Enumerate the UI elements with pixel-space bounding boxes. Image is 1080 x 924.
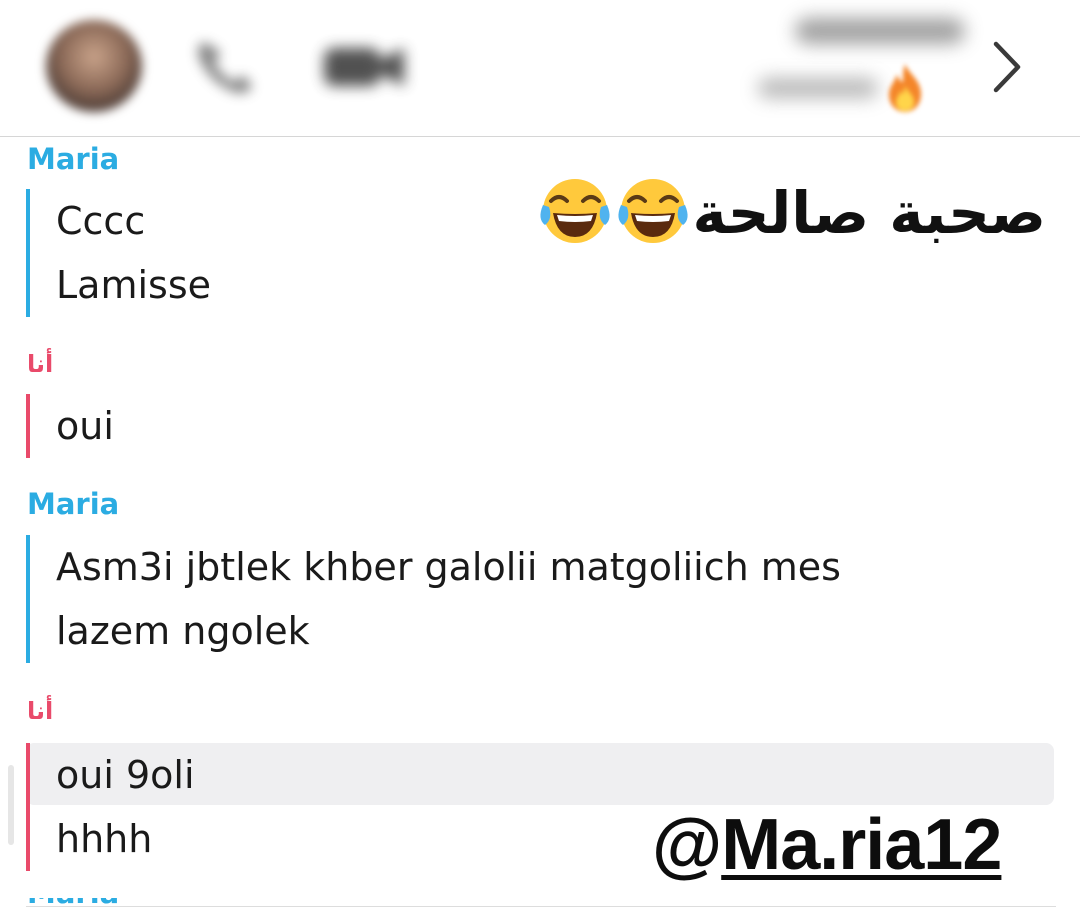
watermark-handle: @Ma.ria12 (652, 800, 1002, 890)
watermark-name: Ma.ria12 (721, 805, 1002, 885)
message-line: lazem ngolek (56, 609, 310, 653)
sender-name: Maria (27, 142, 120, 176)
next-sender-cut-off: Maria (27, 898, 117, 908)
contact-name-blurred (795, 18, 965, 44)
message-line: hhhh (56, 817, 153, 861)
chat-header (0, 0, 1080, 137)
arabic-caption: صحبة صالحة (692, 179, 1046, 247)
divider (26, 906, 1056, 907)
face-with-tears-of-joy-emoji-icon (539, 179, 610, 243)
message-line: Asm3i jbtlek khber galolii matgoliich me… (56, 545, 841, 589)
message-block[interactable]: Cccc Lamisse (26, 189, 211, 317)
watermark-at: @ (652, 805, 722, 885)
sender-name: أنا (27, 697, 54, 725)
contact-status-blurred (758, 78, 878, 98)
sender-name: Maria (27, 487, 120, 521)
message-line: Lamisse (56, 263, 212, 307)
message-line: Cccc (56, 199, 146, 243)
message-block[interactable]: oui 9oli hhhh (26, 743, 195, 871)
message-line: oui (56, 404, 114, 448)
fire-emoji-icon (889, 64, 921, 112)
video-icon[interactable] (314, 34, 414, 98)
phone-icon[interactable] (190, 34, 260, 98)
caption-overlay: صحبة صالحة (494, 168, 1046, 258)
chevron-right-icon[interactable] (990, 40, 1024, 94)
scroll-indicator[interactable] (8, 765, 14, 845)
message-line: oui 9oli (56, 753, 195, 797)
message-block[interactable]: oui (26, 394, 114, 458)
face-with-tears-of-joy-emoji-icon (617, 179, 688, 243)
message-block[interactable]: Asm3i jbtlek khber galolii matgoliich me… (26, 535, 841, 663)
sender-name: أنا (27, 350, 54, 378)
contact-avatar[interactable] (46, 20, 142, 112)
